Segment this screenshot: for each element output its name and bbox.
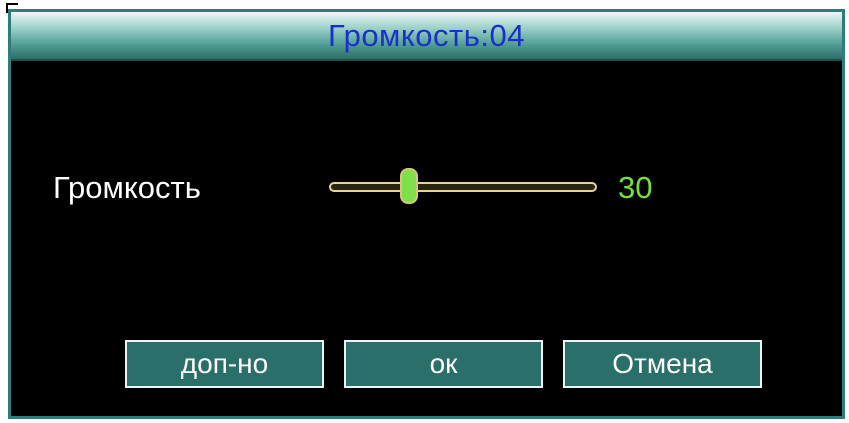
cancel-button[interactable]: Отмена [563, 340, 762, 388]
advanced-button[interactable]: доп-но [125, 340, 324, 388]
dialog-title: Громкость:04 [328, 17, 525, 53]
volume-slider-thumb[interactable] [400, 168, 418, 204]
volume-slider-track[interactable] [329, 182, 597, 192]
dialog-titlebar: Громкость:04 [11, 12, 842, 61]
volume-slider[interactable] [329, 166, 597, 210]
ok-button[interactable]: ок [344, 340, 543, 388]
volume-label: Громкость [53, 170, 201, 205]
volume-value: 30 [618, 170, 653, 205]
volume-dialog: Громкость:04 Громкость 30 доп-но ок Отме… [8, 9, 845, 419]
